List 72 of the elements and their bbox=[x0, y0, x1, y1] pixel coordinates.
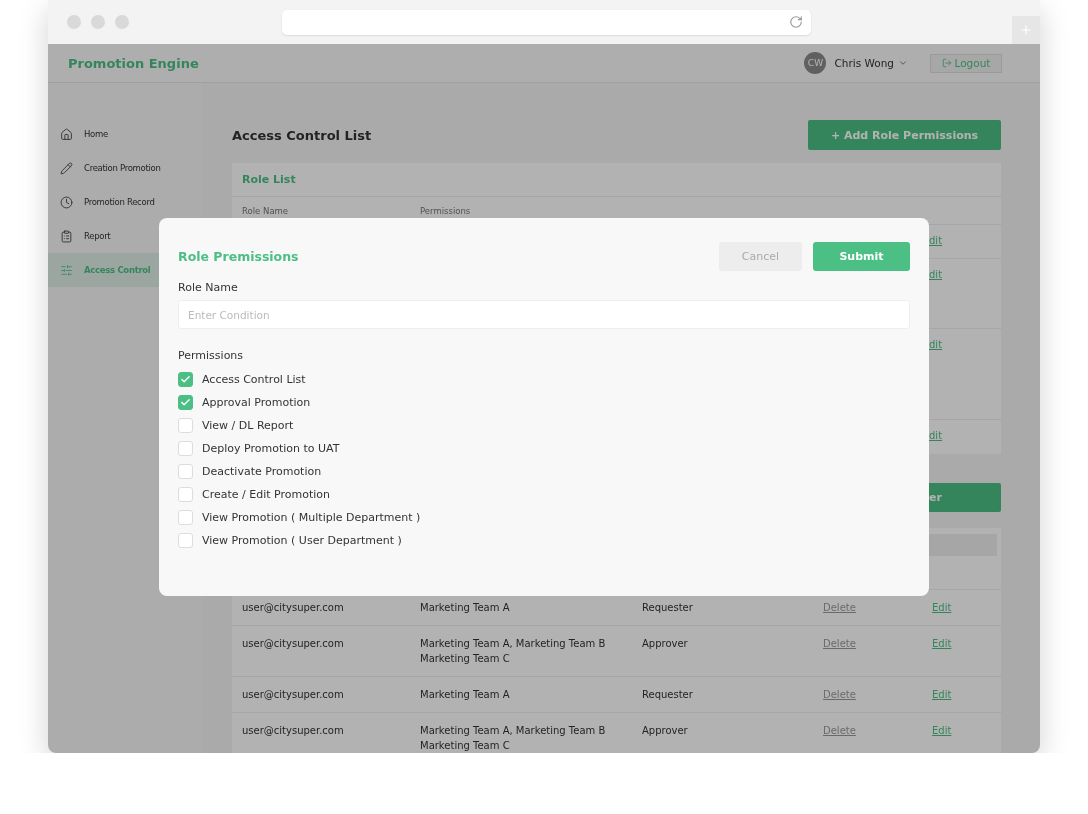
permission-label[interactable]: View / DL Report bbox=[202, 419, 294, 432]
permission-label[interactable]: Access Control List bbox=[202, 373, 306, 386]
sliders-icon bbox=[60, 263, 73, 277]
logout-icon bbox=[941, 58, 952, 68]
user-avatar[interactable]: CW bbox=[804, 52, 827, 74]
team-cell-text: Marketing Team A, Marketing Team B Marketing Team C bbox=[420, 724, 607, 753]
edit-link[interactable]: dit bbox=[929, 430, 943, 454]
role-cell-text: Approver bbox=[642, 724, 689, 738]
checkbox[interactable] bbox=[178, 395, 193, 410]
reload-icon[interactable] bbox=[789, 15, 803, 29]
card-title: Role List bbox=[242, 173, 296, 186]
role-cell-text: Requester bbox=[642, 601, 694, 615]
checkbox[interactable] bbox=[178, 510, 193, 525]
window-control[interactable] bbox=[91, 15, 105, 29]
edit-link[interactable]: Edit bbox=[932, 602, 952, 613]
role-cell-text: Requester bbox=[642, 688, 694, 702]
role-cell-text: Approver bbox=[642, 637, 689, 651]
add-role-button[interactable]: + Add Role Permissions bbox=[808, 120, 1001, 150]
sidebar-item[interactable]: Promotion Record bbox=[48, 185, 202, 219]
checkbox[interactable] bbox=[178, 372, 193, 387]
home-icon bbox=[60, 127, 73, 141]
check-icon bbox=[180, 374, 191, 385]
checkbox[interactable] bbox=[178, 464, 193, 479]
app-title: Promotion Engine bbox=[68, 55, 200, 71]
page-title: Access Control List bbox=[232, 127, 372, 143]
window-control[interactable] bbox=[115, 15, 129, 29]
permission-label[interactable]: Deactivate Promotion bbox=[202, 465, 322, 478]
edit-link[interactable]: dit bbox=[929, 339, 943, 419]
team-cell-text: Marketing Team A bbox=[420, 601, 511, 615]
email-cell-text: user@citysuper.com bbox=[242, 724, 345, 738]
window-control[interactable] bbox=[67, 15, 81, 29]
submit-button[interactable]: Submit bbox=[813, 242, 910, 271]
sidebar-item[interactable]: Creation Promotion bbox=[48, 151, 202, 185]
column-header: Permissions bbox=[420, 205, 472, 216]
email-cell-text: user@citysuper.com bbox=[242, 637, 345, 651]
clipboard-icon bbox=[60, 229, 73, 243]
check-icon bbox=[180, 397, 191, 408]
email-cell-text: user@citysuper.com bbox=[242, 688, 345, 702]
checkbox[interactable] bbox=[178, 487, 193, 502]
pencil-icon bbox=[60, 161, 73, 175]
section-label: Permissions bbox=[178, 349, 245, 362]
add-user-button[interactable]: er bbox=[929, 483, 1001, 512]
new-tab-button[interactable] bbox=[1012, 16, 1040, 44]
permission-label[interactable]: View Promotion ( Multiple Department ) bbox=[202, 511, 421, 524]
clock-icon bbox=[60, 195, 73, 209]
team-cell-text: Marketing Team A, Marketing Team B Marketing Team C bbox=[420, 637, 607, 666]
caret-icon[interactable] bbox=[898, 58, 908, 68]
logout-button[interactable]: Logout bbox=[930, 53, 1002, 73]
edit-link[interactable]: Edit bbox=[932, 638, 952, 649]
checkbox[interactable] bbox=[178, 418, 193, 433]
role-name-field[interactable]: Enter Condition bbox=[178, 300, 910, 329]
edit-link[interactable]: dit bbox=[929, 269, 943, 328]
checkbox[interactable] bbox=[178, 533, 193, 548]
permission-label[interactable]: View Promotion ( User Department ) bbox=[202, 534, 402, 547]
edit-link[interactable]: Edit bbox=[932, 725, 952, 736]
permission-label[interactable]: Approval Promotion bbox=[202, 396, 311, 409]
delete-link[interactable]: Delete bbox=[823, 638, 856, 649]
cancel-button[interactable]: Cancel bbox=[719, 242, 802, 271]
sidebar-item[interactable]: Home bbox=[48, 117, 202, 151]
email-cell-text: user@citysuper.com bbox=[242, 601, 345, 615]
delete-link[interactable]: Delete bbox=[823, 602, 856, 613]
team-cell-text: Marketing Team A bbox=[420, 688, 511, 702]
permission-label[interactable]: Create / Edit Promotion bbox=[202, 488, 330, 501]
address-bar[interactable] bbox=[282, 9, 811, 35]
checkbox[interactable] bbox=[178, 441, 193, 456]
permission-label[interactable]: Deploy Promotion to UAT bbox=[202, 442, 340, 455]
edit-link[interactable]: dit bbox=[929, 235, 943, 258]
user-name[interactable]: Chris Wong bbox=[834, 57, 894, 69]
column-header: Role Name bbox=[242, 205, 290, 216]
delete-link[interactable]: Delete bbox=[823, 689, 856, 700]
delete-link[interactable]: Delete bbox=[823, 725, 856, 736]
edit-link[interactable]: Edit bbox=[932, 689, 952, 700]
